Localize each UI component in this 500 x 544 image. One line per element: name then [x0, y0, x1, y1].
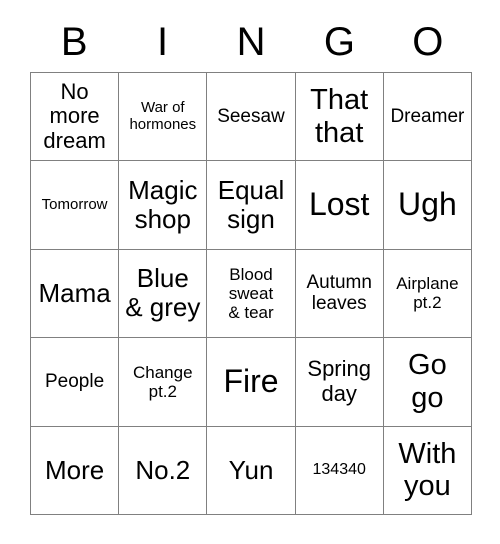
bingo-card: B I N G O No more dream War of hormones … [0, 0, 500, 544]
bingo-cell-o2[interactable]: Ugh [383, 161, 472, 250]
bingo-cell-o3[interactable]: Airplane pt.2 [383, 249, 472, 339]
bingo-cell-i2[interactable]: Magic shop [119, 161, 208, 250]
bingo-cell-i3[interactable]: Blue & grey [119, 249, 208, 339]
bingo-cell-n3[interactable]: Blood sweat & tear [207, 249, 296, 339]
bingo-cell-o1[interactable]: Dreamer [383, 73, 472, 162]
bingo-cell-label: War of hormones [129, 98, 197, 133]
bingo-cell-label: Mama [38, 277, 111, 308]
bingo-cell-b4[interactable]: People [31, 338, 120, 427]
bingo-cell-b3[interactable]: Mama [31, 249, 120, 339]
bingo-cell-label: Equal sign [217, 174, 285, 235]
bingo-cell-i4[interactable]: Change pt.2 [119, 338, 208, 427]
bingo-cell-b5[interactable]: More [31, 426, 120, 515]
bingo-cell-label: Airplane pt.2 [396, 274, 459, 313]
bingo-cell-label: Blue & grey [125, 263, 201, 323]
bingo-cell-label: Seesaw [217, 106, 285, 128]
bingo-cell-label: Change pt.2 [133, 362, 193, 401]
bingo-header-letter-i: I [157, 20, 169, 64]
bingo-cell-label: Blood sweat & tear [228, 264, 274, 322]
bingo-cell-n4[interactable]: Fire [207, 338, 296, 427]
bingo-header-row: B I N G O [30, 14, 472, 70]
bingo-cell-o5[interactable]: With you [383, 426, 472, 515]
bingo-cell-label: Spring day [307, 356, 371, 406]
bingo-grid: No more dream War of hormones Seesaw Tha… [30, 72, 472, 515]
bingo-header-letter-g: G [323, 20, 355, 64]
bingo-cell-label: No.2 [135, 454, 191, 485]
bingo-cell-label: With you [398, 437, 457, 503]
bingo-cell-label: More [44, 454, 105, 485]
bingo-cell-n1[interactable]: Seesaw [207, 73, 296, 162]
bingo-cell-label: That that [310, 84, 369, 149]
bingo-cell-label: Lost [308, 186, 370, 223]
bingo-header-letter-o: O [412, 20, 444, 64]
bingo-cell-o4[interactable]: Go go [383, 338, 472, 427]
bingo-cell-b1[interactable]: No more dream [31, 73, 120, 162]
bingo-cell-label: Autumn leaves [306, 272, 372, 315]
bingo-cell-g2[interactable]: Lost [295, 161, 384, 250]
bingo-cell-g5[interactable]: 134340 [295, 426, 384, 515]
bingo-cell-label: People [45, 371, 105, 393]
bingo-cell-b2[interactable]: Tomorrow [31, 161, 120, 250]
bingo-cell-n5[interactable]: Yun [207, 426, 296, 515]
bingo-cell-g4[interactable]: Spring day [295, 338, 384, 427]
bingo-cell-label: Magic shop [128, 174, 198, 235]
bingo-cell-label: Yun [228, 454, 274, 485]
bingo-cell-i5[interactable]: No.2 [119, 426, 208, 515]
bingo-cell-label: Fire [223, 362, 279, 399]
bingo-cell-g1[interactable]: That that [295, 73, 384, 162]
bingo-cell-label: Dreamer [390, 106, 465, 128]
bingo-header-letter-b: B [60, 20, 88, 64]
bingo-cell-g3[interactable]: Autumn leaves [295, 249, 384, 339]
bingo-header-letter-n: N [236, 20, 266, 64]
bingo-cell-i1[interactable]: War of hormones [119, 73, 208, 162]
bingo-cell-label: No more dream [43, 78, 106, 153]
bingo-cell-label: Go go [408, 349, 447, 414]
bingo-cell-n2[interactable]: Equal sign [207, 161, 296, 250]
bingo-cell-label: Ugh [398, 186, 457, 223]
bingo-cell-label: Tomorrow [41, 195, 108, 213]
bingo-cell-label: 134340 [312, 461, 366, 479]
